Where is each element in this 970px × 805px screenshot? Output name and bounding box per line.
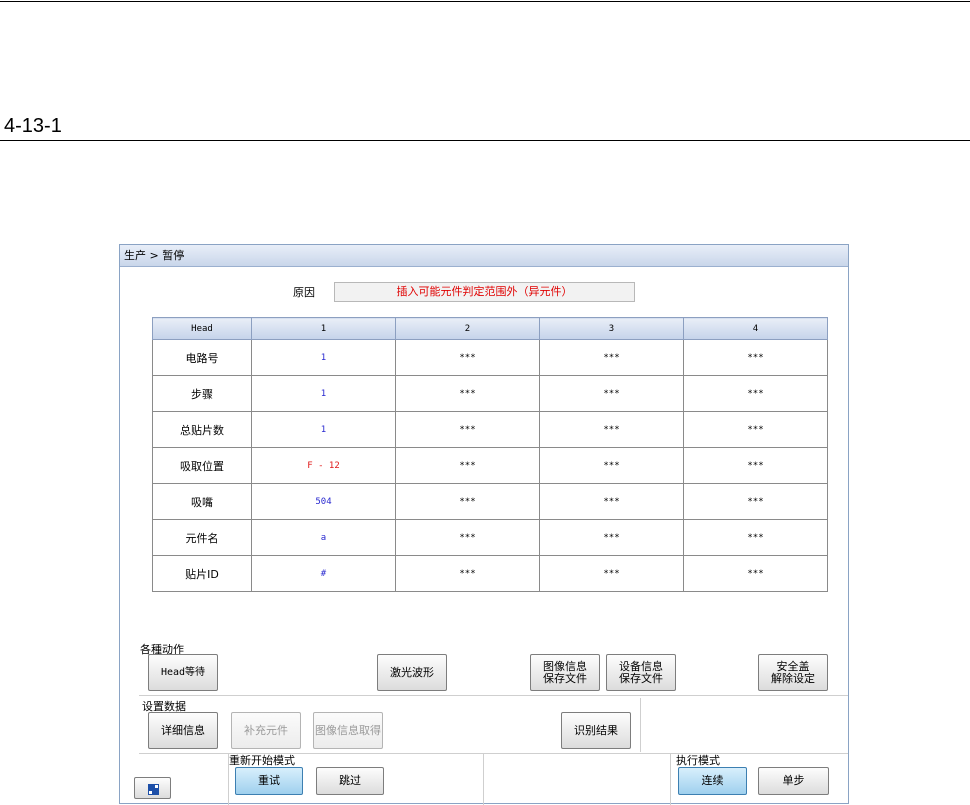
retry-button[interactable]: 重试 bbox=[235, 767, 303, 795]
table-cell: *** bbox=[539, 519, 684, 556]
table-header-row: Head 1 2 3 4 bbox=[152, 317, 828, 340]
table-cell: *** bbox=[539, 375, 684, 412]
recognize-result-button[interactable]: 识别结果 bbox=[561, 712, 631, 749]
divider bbox=[228, 753, 229, 805]
table-cell: *** bbox=[683, 447, 828, 484]
table-row: 吸嘴 504 *** *** *** bbox=[152, 483, 828, 520]
image-info-get-button[interactable]: 图像信息取得 bbox=[313, 712, 383, 749]
top-rule bbox=[0, 1, 970, 2]
window-tile-icon[interactable] bbox=[134, 777, 171, 799]
detail-info-button[interactable]: 详细信息 bbox=[148, 712, 218, 749]
continuous-button[interactable]: 连续 bbox=[678, 767, 747, 795]
table-cell: *** bbox=[683, 339, 828, 376]
table-cell: *** bbox=[395, 447, 540, 484]
section-number: 4-13-1 bbox=[4, 115, 62, 137]
divider bbox=[670, 753, 671, 805]
table-cell: 504 bbox=[251, 483, 396, 520]
row-label: 吸嘴 bbox=[152, 483, 252, 520]
reason-label: 原因 bbox=[293, 286, 315, 299]
table-cell: F - 12 bbox=[251, 447, 396, 484]
tile-square bbox=[153, 789, 159, 795]
row-label: 步骤 bbox=[152, 375, 252, 412]
table-cell: *** bbox=[395, 483, 540, 520]
table-cell: *** bbox=[683, 411, 828, 448]
column-header: 2 bbox=[395, 317, 540, 340]
table-cell: *** bbox=[539, 411, 684, 448]
image-info-save-line2: 保存文件 bbox=[543, 671, 587, 685]
table-cell: *** bbox=[539, 483, 684, 520]
step-button[interactable]: 单步 bbox=[758, 767, 829, 795]
table-cell: *** bbox=[539, 339, 684, 376]
breadcrumb: 生产 > 暂停 bbox=[120, 245, 848, 267]
row-label: 吸取位置 bbox=[152, 447, 252, 484]
table-cell: *** bbox=[395, 339, 540, 376]
table-cell: *** bbox=[539, 447, 684, 484]
table-row: 电路号 1 *** *** *** bbox=[152, 339, 828, 376]
table-cell: 1 bbox=[251, 339, 396, 376]
head-status-table: Head 1 2 3 4 电路号 1 *** *** *** 步骤 1 *** … bbox=[152, 317, 828, 592]
image-info-save-button[interactable]: 图像信息 保存文件 bbox=[530, 654, 600, 691]
safety-cover-button[interactable]: 安全盖 解除设定 bbox=[758, 654, 828, 691]
table-cell: # bbox=[251, 555, 396, 592]
table-row: 吸取位置 F - 12 *** *** *** bbox=[152, 447, 828, 484]
table-row: 贴片ID # *** *** *** bbox=[152, 555, 828, 592]
safety-cover-line1: 安全盖 bbox=[776, 659, 810, 673]
restart-mode-label: 重新开始模式 bbox=[229, 754, 295, 767]
table-cell: 1 bbox=[251, 375, 396, 412]
table-cell: a bbox=[251, 519, 396, 556]
table-cell: *** bbox=[395, 411, 540, 448]
row-label: 贴片ID bbox=[152, 555, 252, 592]
table-row: 步骤 1 *** *** *** bbox=[152, 375, 828, 412]
device-info-save-line1: 设备信息 bbox=[619, 659, 663, 673]
table-cell: *** bbox=[395, 375, 540, 412]
divider bbox=[483, 753, 484, 805]
safety-cover-line2: 解除设定 bbox=[771, 671, 815, 685]
divider bbox=[640, 698, 641, 752]
skip-button[interactable]: 跳过 bbox=[316, 767, 384, 795]
supplement-part-button[interactable]: 补充元件 bbox=[231, 712, 301, 749]
table-cell: *** bbox=[395, 555, 540, 592]
image-info-save-line1: 图像信息 bbox=[543, 659, 587, 673]
table-cell: *** bbox=[683, 483, 828, 520]
device-info-save-button[interactable]: 设备信息 保存文件 bbox=[606, 654, 676, 691]
table-cell: *** bbox=[683, 555, 828, 592]
table-row: 总贴片数 1 *** *** *** bbox=[152, 411, 828, 448]
exec-mode-label: 执行模式 bbox=[676, 754, 720, 767]
production-pause-window: 生产 > 暂停 原因 插入可能元件判定范围外（异元件） Head 1 2 3 4… bbox=[119, 244, 849, 805]
table-cell: *** bbox=[395, 519, 540, 556]
section-rule bbox=[0, 140, 970, 141]
row-label: 总贴片数 bbox=[152, 411, 252, 448]
table-cell: *** bbox=[539, 555, 684, 592]
head-wait-button[interactable]: Head等待 bbox=[148, 654, 218, 691]
divider bbox=[139, 695, 848, 696]
row-label: 电路号 bbox=[152, 339, 252, 376]
row-label: 元件名 bbox=[152, 519, 252, 556]
table-cell: 1 bbox=[251, 411, 396, 448]
laser-waveform-button[interactable]: 激光波形 bbox=[377, 654, 447, 691]
column-header: 3 bbox=[539, 317, 684, 340]
device-info-save-line2: 保存文件 bbox=[619, 671, 663, 685]
column-header: 1 bbox=[251, 317, 396, 340]
table-row: 元件名 a *** *** *** bbox=[152, 519, 828, 556]
column-header: 4 bbox=[683, 317, 828, 340]
reason-field: 插入可能元件判定范围外（异元件） bbox=[334, 282, 635, 302]
table-cell: *** bbox=[683, 375, 828, 412]
column-header: Head bbox=[152, 317, 252, 340]
table-cell: *** bbox=[683, 519, 828, 556]
